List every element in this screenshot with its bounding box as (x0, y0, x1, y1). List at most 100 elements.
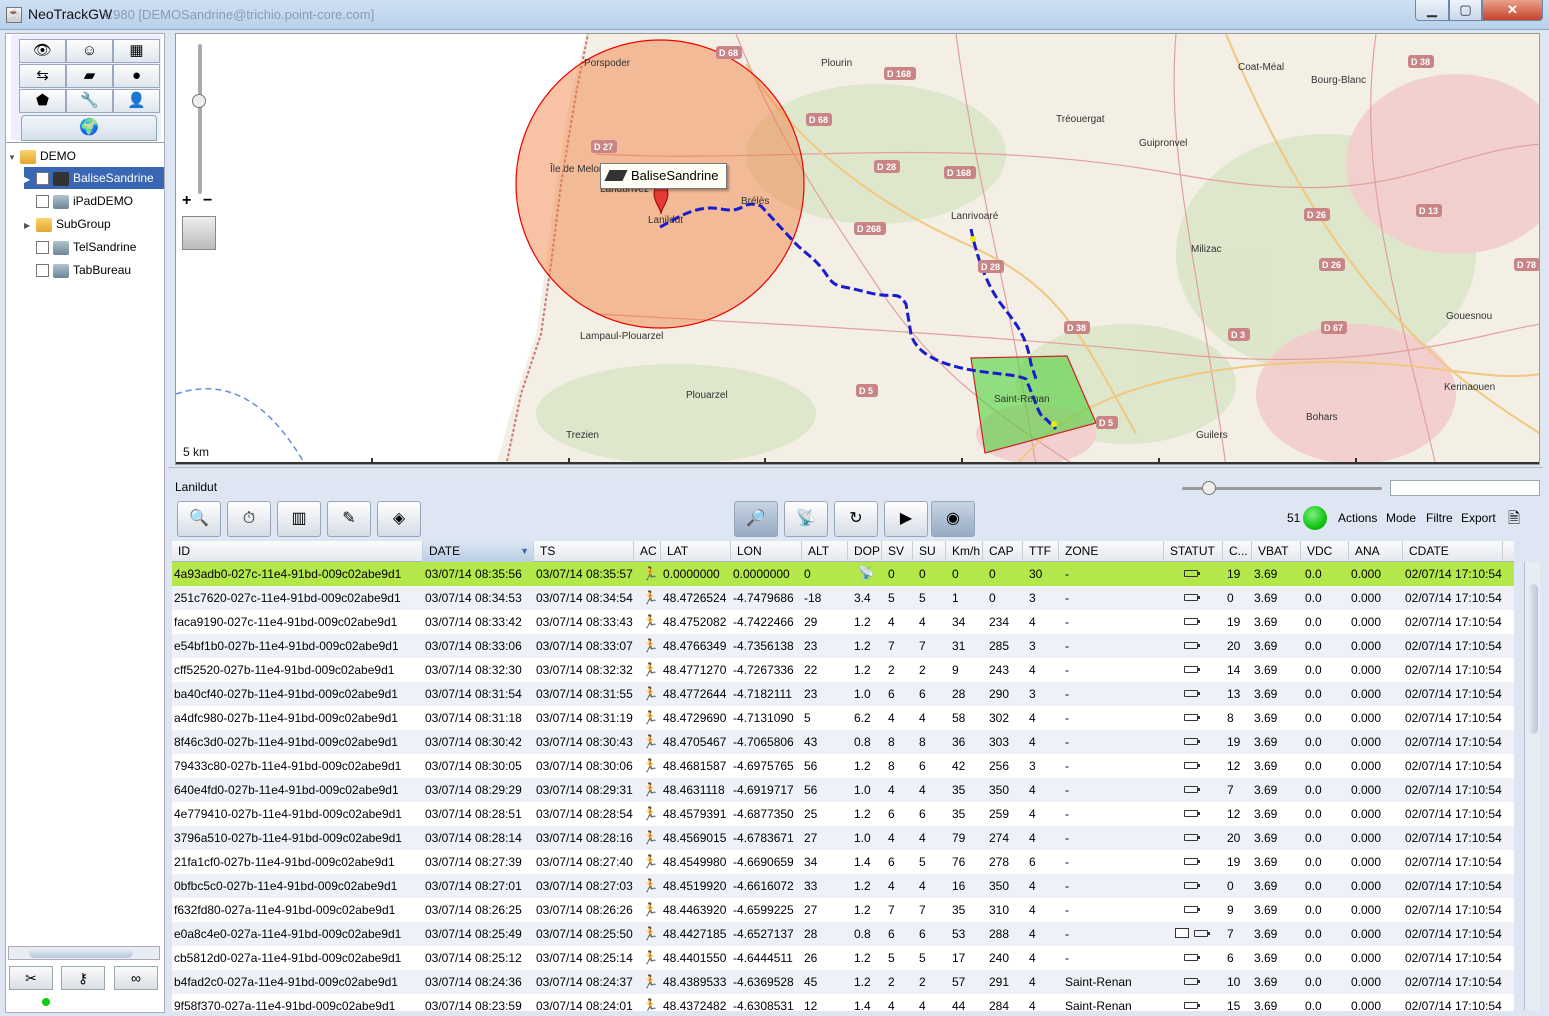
tree-item-telsandrine[interactable]: TelSandrine (36, 236, 136, 258)
table-row[interactable]: cff52520-027b-11e4-91bd-009c02abe9d1 03/0… (172, 658, 1514, 682)
tree-item-subgroup[interactable]: ▶ SubGroup (24, 213, 111, 235)
table-row[interactable]: 0bfbc5c0-027b-11e4-91bd-009c02abe9d1 03/0… (172, 874, 1514, 898)
maximize-button[interactable]: ▢ (1449, 0, 1482, 21)
close-button[interactable]: ✕ (1482, 0, 1543, 21)
zoom-out-icon[interactable]: − (203, 192, 212, 210)
expand-icon[interactable]: ▶ (24, 169, 36, 191)
timeline-slider-thumb[interactable] (1202, 481, 1216, 495)
zoom-slider[interactable] (192, 44, 206, 194)
column-header[interactable]: SV (882, 541, 913, 562)
table-row[interactable]: 640e4fd0-027b-11e4-91bd-009c02abe9d1 03/0… (172, 778, 1514, 802)
panel-splitter[interactable] (168, 467, 1543, 476)
sidebar-scrollbar[interactable] (8, 946, 160, 960)
device-checkbox[interactable] (36, 195, 49, 209)
column-header[interactable]: DOP (848, 541, 882, 562)
scrollbar-thumb[interactable] (1527, 584, 1538, 734)
table-row[interactable]: f632fd80-027a-11e4-91bd-009c02abe9d1 03/0… (172, 898, 1514, 922)
column-header[interactable]: TS (534, 541, 634, 562)
table-row[interactable]: 4a93adb0-027c-11e4-91bd-009c02abe9d1 03/0… (172, 562, 1514, 586)
table-row[interactable]: 251c7620-027c-11e4-91bd-009c02abe9d1 03/0… (172, 586, 1514, 610)
map-view[interactable]: Porspoder Plourin Coat-Méal Tréouergat B… (175, 33, 1540, 465)
key-icon[interactable]: ⚷ (61, 966, 105, 990)
table-row[interactable]: 9f58f370-027a-11e4-91bd-009c02abe9d1 03/0… (172, 994, 1514, 1011)
column-header[interactable]: CAP (983, 541, 1023, 562)
scrollbar-thumb[interactable] (29, 948, 133, 958)
table-row[interactable]: cb5812d0-027a-11e4-91bd-009c02abe9d1 03/0… (172, 946, 1514, 970)
table-row[interactable]: a4dfc980-027b-11e4-91bd-009c02abe9d1 03/0… (172, 706, 1514, 730)
table-row[interactable]: b4fad2c0-027a-11e4-91bd-009c02abe9d1 03/0… (172, 970, 1514, 994)
tree-item-tabbureau[interactable]: TabBureau (36, 259, 131, 281)
search-icon[interactable]: 🔍 (177, 501, 221, 537)
column-header[interactable]: AC (634, 541, 661, 562)
table-row[interactable]: 8f46c3d0-027b-11e4-91bd-009c02abe9d1 03/0… (172, 730, 1514, 754)
coins-icon[interactable]: ● (113, 64, 160, 88)
column-header[interactable]: LAT (661, 541, 731, 562)
table-row[interactable]: e54bf1b0-027b-11e4-91bd-009c02abe9d1 03/0… (172, 634, 1514, 658)
table-row[interactable]: e0a8c4e0-027a-11e4-91bd-009c02abe9d1 03/0… (172, 922, 1514, 946)
disconnect-icon[interactable]: ✂ (9, 966, 53, 990)
column-header[interactable]: ALT (802, 541, 848, 562)
column-header[interactable]: TTF (1023, 541, 1059, 562)
collapse-icon[interactable]: ▼ (8, 147, 20, 169)
table-row[interactable]: faca9190-027c-11e4-91bd-009c02abe9d1 03/0… (172, 610, 1514, 634)
table-cell-ttf: 4 (1029, 903, 1036, 917)
binoculars-icon[interactable]: ∞ (114, 966, 158, 990)
device-popup[interactable]: BaliseSandrine (600, 163, 728, 189)
globe-icon[interactable]: 🌍 (21, 115, 157, 141)
play-icon[interactable]: ▶ (884, 501, 928, 537)
transfer-icon[interactable]: ⇆ (19, 64, 66, 88)
zoom-slider-thumb[interactable] (192, 94, 206, 108)
export-icon[interactable]: 🗎 (1508, 508, 1528, 528)
clock-report-icon[interactable]: ⏱ (227, 501, 271, 537)
column-header[interactable]: LON (731, 541, 802, 562)
expand-icon[interactable]: ▶ (24, 215, 36, 237)
device-checkbox[interactable] (36, 264, 49, 278)
device-checkbox[interactable] (36, 241, 49, 255)
zoom-table-icon[interactable]: 🔎 (734, 501, 778, 537)
column-header[interactable]: VDC (1301, 541, 1349, 562)
eraser-icon[interactable]: ◈ (377, 501, 421, 537)
user-icon[interactable]: 👤 (113, 89, 160, 113)
pen-icon[interactable]: ✎ (327, 501, 371, 537)
signpost-icon[interactable] (182, 216, 216, 250)
column-header[interactable]: STATUT (1164, 541, 1223, 562)
table-scrollbar[interactable] (1524, 562, 1540, 1010)
column-header[interactable]: CDATE (1403, 541, 1503, 562)
eye-icon[interactable]: 👁 (19, 39, 66, 63)
antenna-icon[interactable]: 📡 (784, 501, 828, 537)
pentagon-icon[interactable]: ⬟ (19, 89, 66, 113)
record-icon[interactable]: ◉ (931, 501, 975, 537)
mileage-icon[interactable]: ▥ (277, 501, 321, 537)
column-header[interactable]: ZONE (1059, 541, 1164, 562)
column-header[interactable]: DATE ▼ (423, 541, 534, 562)
table-row[interactable]: 79433c80-027b-11e4-91bd-009c02abe9d1 03/0… (172, 754, 1514, 778)
zoom-in-icon[interactable]: + (182, 192, 191, 210)
table-row[interactable]: 3796a510-027b-11e4-91bd-009c02abe9d1 03/0… (172, 826, 1514, 850)
wrench-icon[interactable]: 🔧 (66, 89, 113, 113)
column-header[interactable]: C... (1223, 541, 1252, 562)
timeline-field[interactable] (1390, 480, 1540, 496)
menu-filter[interactable]: Filtre (1426, 511, 1453, 525)
tree-item-demo[interactable]: ▼ DEMO (8, 145, 76, 167)
column-header[interactable]: SU (913, 541, 946, 562)
menu-mode[interactable]: Mode (1386, 511, 1416, 525)
column-header[interactable]: VBAT (1252, 541, 1301, 562)
column-header[interactable]: Km/h (946, 541, 983, 562)
card-icon[interactable]: ▰ (66, 64, 113, 88)
device-checkbox[interactable]: ✓ (36, 172, 49, 186)
refresh-icon[interactable]: ↻ (834, 501, 878, 537)
minimize-button[interactable]: ▁ (1415, 0, 1449, 21)
menu-actions[interactable]: Actions (1338, 511, 1377, 525)
column-header[interactable]: ID (172, 541, 423, 562)
calendar-icon[interactable]: ▦ (113, 39, 160, 63)
tree-item-ipaddemo[interactable]: iPadDEMO (36, 190, 133, 212)
table-row[interactable]: 4e779410-027b-11e4-91bd-009c02abe9d1 03/0… (172, 802, 1514, 826)
tree-item-balisesandrine[interactable]: ▶ ✓ BaliseSandrine (24, 167, 164, 189)
column-header[interactable]: ANA (1349, 541, 1403, 562)
menu-export[interactable]: Export (1461, 511, 1496, 525)
smiley-icon[interactable]: ☺ (66, 39, 113, 63)
table-row[interactable]: 21fa1cf0-027b-11e4-91bd-009c02abe9d1 03/0… (172, 850, 1514, 874)
timeline-slider[interactable] (1182, 481, 1382, 495)
table-row[interactable]: ba40cf40-027b-11e4-91bd-009c02abe9d1 03/0… (172, 682, 1514, 706)
sort-desc-icon[interactable]: ▼ (520, 541, 529, 561)
